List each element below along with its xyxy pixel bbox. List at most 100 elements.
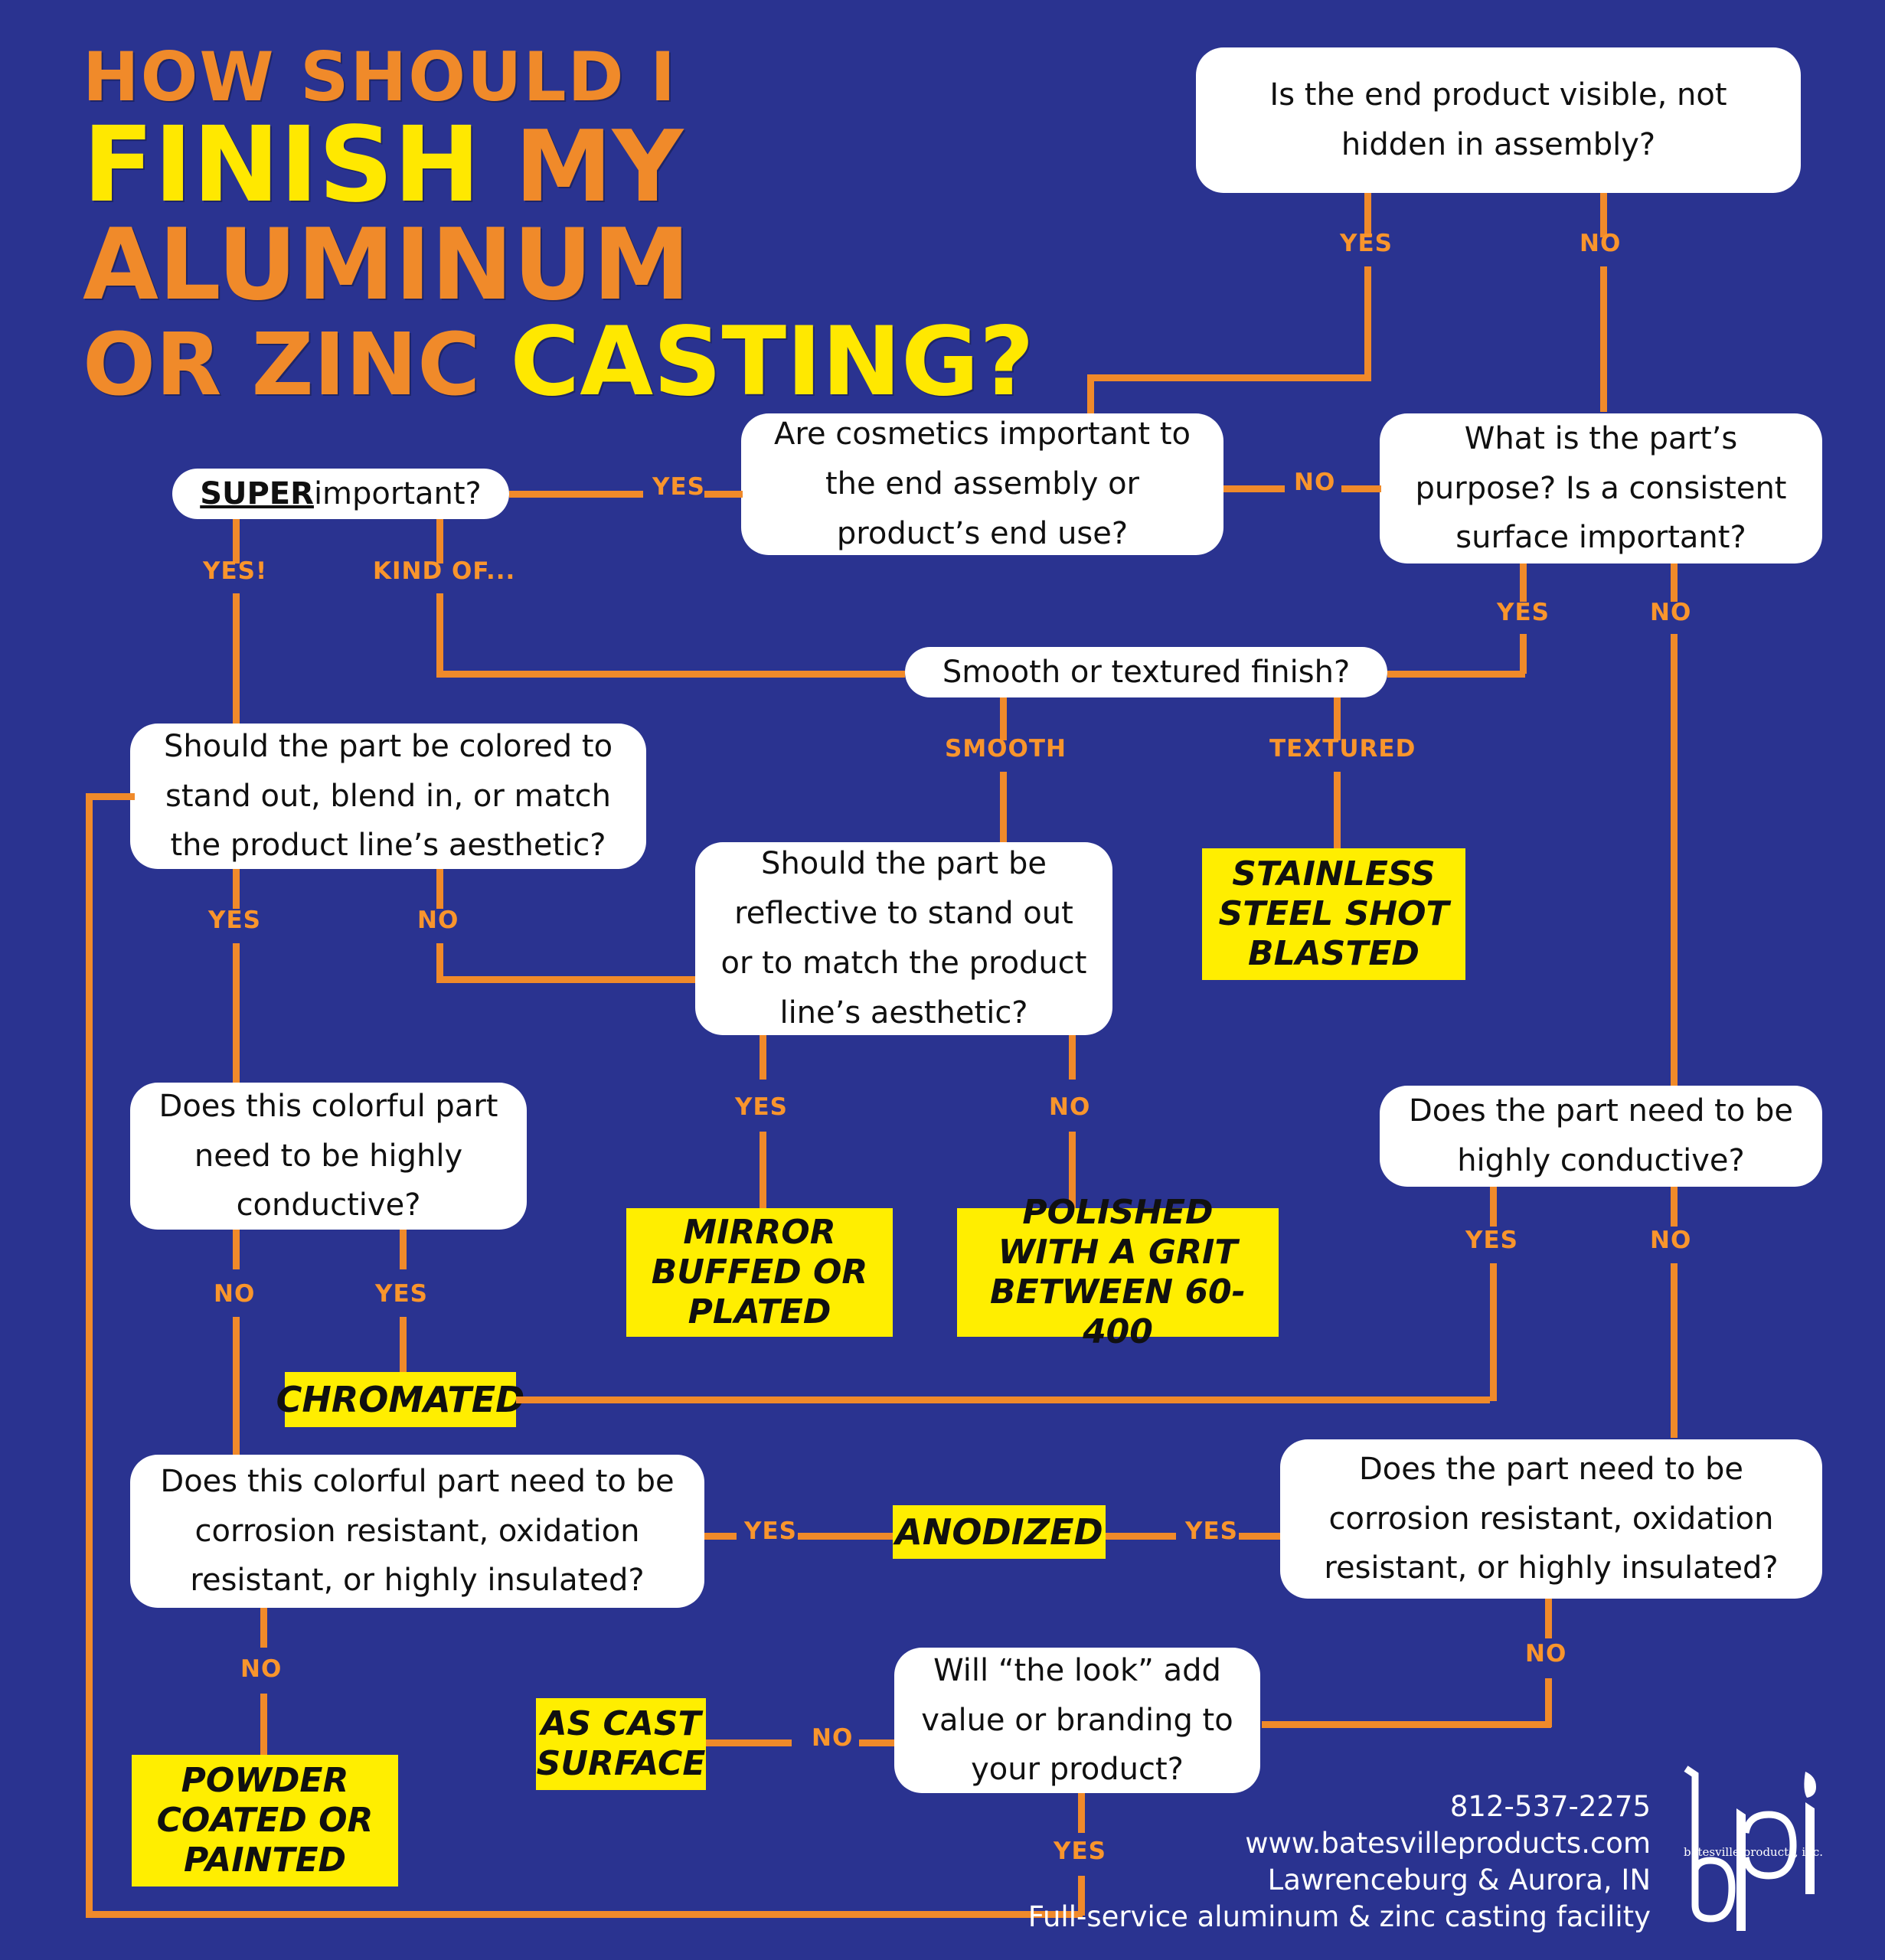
edge-label-colorful-corr-no: NO (240, 1655, 283, 1683)
edge-label-super-yes-excl: YES! (203, 557, 268, 585)
edge-super-yes-excl-2 (233, 593, 240, 724)
edge-label-finish-textured: TEXTURED (1269, 735, 1416, 763)
page-title: HOW SHOULD I FINISH MY ALUMINUM OR ZINC … (83, 44, 1155, 410)
edge-label-colorful-cond-yes: YES (375, 1280, 428, 1308)
answer-polished-grit: POLISHED WITH A GRIT BETWEEN 60-400 (957, 1193, 1279, 1351)
question-colorful-part-conductive[interactable]: Does this colorful part need to be highl… (130, 1083, 527, 1230)
edge-part-corr-no-3 (1262, 1721, 1551, 1728)
edge-colored-yes (233, 869, 240, 909)
edge-chromated-right (516, 1396, 1490, 1403)
question-part-corrosion-resistant[interactable]: Does the part need to be corrosion resis… (1280, 1439, 1822, 1599)
edge-purpose-yes (1520, 564, 1527, 602)
edge-label-visible-no: NO (1580, 230, 1622, 257)
edge-part-cond-yes (1490, 1187, 1497, 1227)
edge-label-cosmetics-no: NO (1294, 469, 1336, 496)
edge-reflective-yes (760, 1035, 766, 1080)
infographic-canvas: HOW SHOULD I FINISH MY ALUMINUM OR ZINC … (0, 0, 1885, 1960)
edge-label-reflective-no: NO (1049, 1093, 1091, 1121)
edge-cosmetics-no (1223, 485, 1285, 492)
question-super-important[interactable]: SUPER important? (172, 469, 509, 519)
edge-colored-no (436, 869, 443, 909)
footer-website[interactable]: www.batesvilleproducts.com (1028, 1825, 1651, 1862)
edge-label-purpose-yes: YES (1497, 599, 1550, 626)
question-smooth-or-textured[interactable]: Smooth or textured finish? (905, 647, 1387, 697)
logo-text: batesville products, inc. (1684, 1845, 1823, 1859)
edge-colorful-corr-no-2 (260, 1694, 267, 1755)
edge-part-cond-no-2 (1671, 1263, 1678, 1438)
edge-colorful-corr-yes-2 (798, 1533, 893, 1540)
edge-label-part-corr-no: NO (1525, 1640, 1567, 1668)
edge-anodized-right-2 (1239, 1533, 1280, 1540)
question-part-highly-conductive[interactable]: Does the part need to be highly conducti… (1380, 1086, 1822, 1187)
edge-label-purpose-no: NO (1650, 599, 1692, 626)
edge-look-yes-return-up (86, 793, 93, 1914)
edge-as-cast-right (706, 1740, 792, 1746)
edge-visible-yes-2 (1364, 266, 1371, 381)
edge-colorful-cond-yes-2 (400, 1317, 407, 1372)
edge-colorful-cond-no (233, 1230, 240, 1269)
edge-part-cond-no (1671, 1187, 1678, 1227)
edge-look-yes-return (86, 1911, 1083, 1918)
super-suffix: important? (313, 475, 482, 511)
answer-mirror-buffed-or-plated: MIRROR BUFFED OR PLATED (626, 1208, 893, 1337)
edge-part-corr-no (1545, 1599, 1552, 1638)
edge-label-visible-yes: YES (1340, 230, 1393, 257)
edge-super-yes-2 (704, 491, 743, 498)
edge-colorful-corr-yes (704, 1533, 737, 1540)
edge-label-part-corr-yes: YES (1185, 1517, 1238, 1545)
edge-purpose-yes-3 (1387, 671, 1525, 678)
title-or-zinc: OR ZINC (83, 315, 481, 415)
footer-phone[interactable]: 812-537-2275 (1028, 1788, 1651, 1825)
edge-super-kindof-3 (436, 671, 905, 678)
edge-part-cond-yes-2 (1490, 1263, 1497, 1401)
title-casting-word: CASTING? (510, 306, 1034, 417)
question-end-product-visible[interactable]: Is the end product visible, not hidden i… (1196, 47, 1801, 193)
super-word: SUPER (200, 475, 314, 511)
edge-finish-smooth (1000, 697, 1007, 740)
footer-contact: 812-537-2275 www.batesvilleproducts.com … (1028, 1788, 1651, 1936)
edge-purpose-yes-2 (1520, 634, 1527, 674)
question-colorful-corrosion-resistant[interactable]: Does this colorful part need to be corro… (130, 1455, 704, 1608)
edge-label-look-no: NO (812, 1724, 854, 1752)
edge-label-super-kindof: KIND OF... (373, 557, 516, 585)
edge-as-cast-right-2 (859, 1740, 896, 1746)
edge-label-part-cond-yes: YES (1465, 1227, 1518, 1254)
edge-label-colored-yes: YES (208, 906, 261, 934)
edge-label-finish-smooth: SMOOTH (945, 735, 1067, 763)
edge-label-super-yes: YES (652, 473, 705, 501)
edge-reflective-yes-2 (760, 1132, 766, 1208)
edge-label-colorful-corr-yes: YES (744, 1517, 797, 1545)
question-part-colored[interactable]: Should the part be colored to stand out,… (130, 724, 646, 869)
edge-super-yes (509, 491, 643, 498)
footer: 812-537-2275 www.batesvilleproducts.com … (1028, 1759, 1839, 1936)
edge-visible-yes-h (1087, 374, 1370, 381)
edge-colorful-cond-yes (400, 1230, 407, 1269)
edge-purpose-no-2 (1671, 634, 1678, 1086)
edge-visible-no-2 (1600, 266, 1607, 412)
edge-part-corr-no-2 (1545, 1678, 1552, 1727)
edge-finish-textured (1334, 697, 1341, 740)
answer-stainless-steel-shot-blasted: STAINLESS STEEL SHOT BLASTED (1202, 848, 1465, 980)
footer-location: Lawrenceburg & Aurora, IN (1267, 1863, 1651, 1896)
edge-label-colored-no: NO (417, 906, 459, 934)
edge-reflective-no (1069, 1035, 1076, 1080)
edge-look-yes-return-in (86, 793, 135, 800)
question-part-purpose[interactable]: What is the part’s purpose? Is a consist… (1380, 413, 1822, 564)
edge-finish-smooth-2 (1000, 772, 1007, 847)
footer-tagline: Full-service aluminum & zinc casting fac… (1027, 1900, 1651, 1933)
edge-colorful-corr-no (260, 1608, 267, 1648)
answer-powder-coated-or-painted: POWDER COATED OR PAINTED (132, 1755, 398, 1886)
edge-label-part-cond-no: NO (1650, 1227, 1692, 1254)
bpi-logo: batesville products, inc. (1663, 1759, 1839, 1936)
answer-anodized: ANODIZED (893, 1505, 1106, 1559)
edge-purpose-no (1671, 564, 1678, 602)
edge-label-reflective-yes: YES (735, 1093, 788, 1121)
question-part-reflective[interactable]: Should the part be reflective to stand o… (695, 842, 1112, 1035)
question-cosmetics-important[interactable]: Are cosmetics important to the end assem… (741, 413, 1223, 555)
edge-finish-textured-2 (1334, 772, 1341, 848)
answer-chromated: CHROMATED (276, 1372, 524, 1427)
edge-cosmetics-no-2 (1341, 485, 1381, 492)
edge-anodized-right (1106, 1533, 1176, 1540)
answer-as-cast-surface: AS CAST SURFACE (536, 1698, 706, 1790)
edge-label-colorful-cond-no: NO (214, 1280, 256, 1308)
